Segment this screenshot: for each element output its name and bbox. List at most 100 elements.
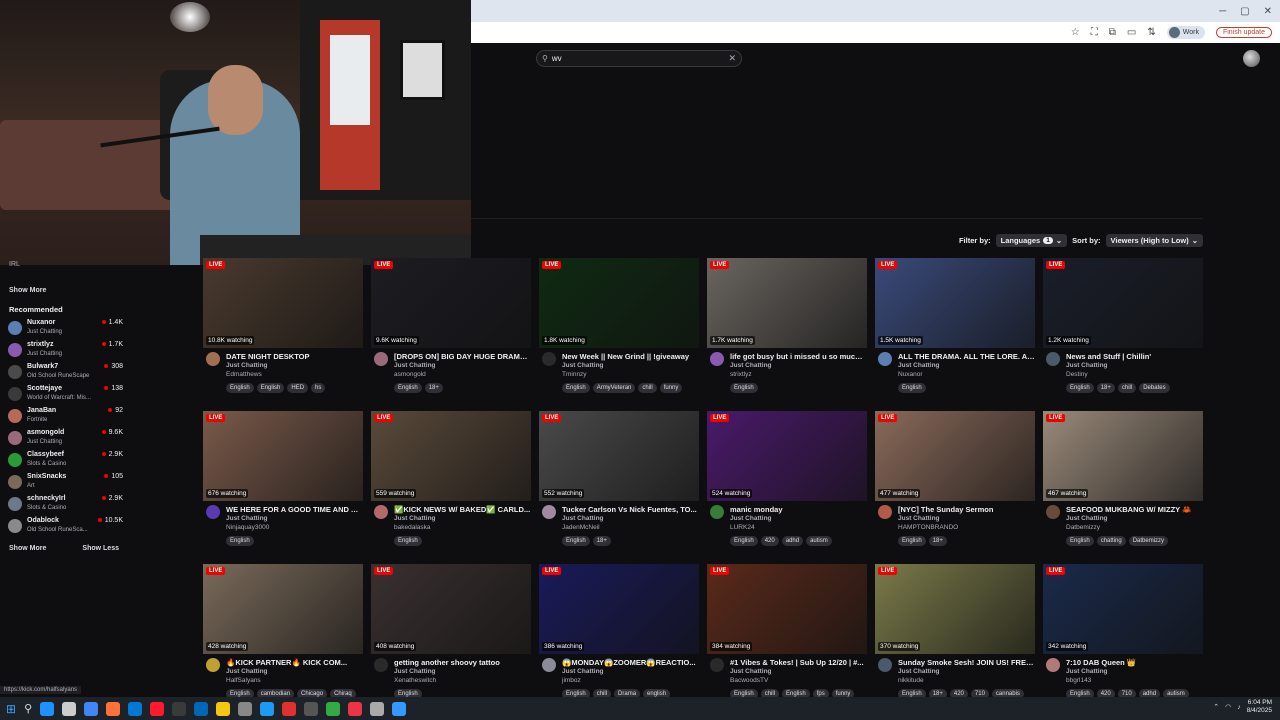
- stream-card[interactable]: LIVE 384 watching #1 Vibes & Tokes! | Sub …: [707, 564, 867, 704]
- show-more-button[interactable]: Show More: [9, 545, 46, 552]
- stream-tag[interactable]: English: [730, 383, 758, 393]
- stream-thumbnail[interactable]: LIVE 1.8K watching: [539, 258, 699, 348]
- stream-title[interactable]: WE HERE FOR A GOOD TIME AND A ...: [226, 505, 363, 514]
- stream-title[interactable]: [NYC] The Sunday Sermon: [898, 505, 1035, 514]
- stream-title[interactable]: 😱MONDAY😱ZOOMER😱REACTIO...: [562, 658, 699, 667]
- streamer-avatar[interactable]: [206, 658, 220, 672]
- close-window-button[interactable]: ✕: [1264, 6, 1272, 17]
- stream-tag[interactable]: English: [898, 536, 926, 546]
- stream-tag[interactable]: English: [730, 536, 758, 546]
- sidebar-channel[interactable]: Scottejaye World of Warcraft: Mis... 138: [8, 385, 123, 405]
- stream-card[interactable]: LIVE 559 watching ✅KICK NEWS W/ BAKED✅ CAR…: [371, 411, 531, 551]
- stream-thumbnail[interactable]: LIVE 552 watching: [539, 411, 699, 501]
- taskbar-app-icon[interactable]: [106, 701, 121, 716]
- stream-title[interactable]: #1 Vibes & Tokes! | Sub Up 12/20 | #...: [730, 658, 867, 667]
- taskbar-app-icon[interactable]: [282, 701, 297, 716]
- streamer-avatar[interactable]: [878, 352, 892, 366]
- stream-card[interactable]: LIVE 386 watching 😱MONDAY😱ZOOMER😱REACTIO..…: [539, 564, 699, 704]
- stream-category[interactable]: Just Chatting: [562, 362, 604, 369]
- stream-thumbnail[interactable]: LIVE 408 watching: [371, 564, 531, 654]
- finish-update-button[interactable]: Finish update: [1215, 27, 1272, 38]
- taskbar-app-icon[interactable]: [216, 701, 231, 716]
- star-icon[interactable]: ☆: [1071, 27, 1080, 38]
- stream-title[interactable]: ALL THE DRAMA. ALL THE LORE. AL...: [898, 352, 1035, 361]
- stream-thumbnail[interactable]: LIVE 10.8K watching: [203, 258, 363, 348]
- streamer-name[interactable]: Xenatheswitch: [394, 677, 436, 684]
- stream-title[interactable]: News and Stuff | Chillin': [1066, 352, 1203, 361]
- stream-tag[interactable]: 18+: [928, 536, 947, 546]
- streamer-name[interactable]: Edmatthews: [226, 371, 262, 378]
- taskbar-search-icon[interactable]: ⚲: [24, 702, 32, 715]
- stream-title[interactable]: New Week || New Grind || !giveaway: [562, 352, 699, 361]
- maximize-button[interactable]: ▢: [1240, 6, 1249, 17]
- taskbar-app-icon[interactable]: [326, 701, 341, 716]
- sidebar-channel[interactable]: JanaBan Fortnite 92: [8, 407, 123, 427]
- stream-card[interactable]: LIVE 1.8K watching New Week || New Grind |…: [539, 258, 699, 398]
- stream-title[interactable]: 7:10 DAB Queen 👑: [1066, 658, 1203, 667]
- stream-thumbnail[interactable]: LIVE 1.5K watching: [875, 258, 1035, 348]
- sidebar-channel[interactable]: Classybeef Slots & Casino 2.9K: [8, 451, 123, 471]
- stream-card[interactable]: LIVE 1.2K watching News and Stuff | Chilli…: [1043, 258, 1203, 398]
- screenshot-icon[interactable]: ⛶: [1091, 27, 1098, 38]
- streamer-name[interactable]: BacwoodsTV: [730, 677, 768, 684]
- stream-card[interactable]: LIVE 477 watching [NYC] The Sunday Sermon J…: [875, 411, 1035, 551]
- vpn-icon[interactable]: ⇅: [1147, 27, 1155, 38]
- streamer-name[interactable]: nikkitude: [898, 677, 924, 684]
- windows-start-icon[interactable]: ⊞: [6, 702, 16, 716]
- stream-thumbnail[interactable]: LIVE 477 watching: [875, 411, 1035, 501]
- stream-tag[interactable]: English: [562, 383, 590, 393]
- streamer-name[interactable]: Nuxanor: [898, 371, 923, 378]
- stream-category[interactable]: Just Chatting: [394, 515, 436, 522]
- stream-tag[interactable]: 420: [760, 536, 779, 546]
- stream-category[interactable]: Just Chatting: [562, 668, 604, 675]
- stream-tag[interactable]: autism: [806, 536, 832, 546]
- sidebar-channel[interactable]: strixtlyz Just Chatting 1.7K: [8, 341, 123, 361]
- streamer-avatar[interactable]: [1046, 658, 1060, 672]
- stream-card[interactable]: LIVE 9.6K watching [DROPS ON] BIG DAY HUGE…: [371, 258, 531, 398]
- network-icon[interactable]: ◠: [1225, 703, 1231, 711]
- streamer-avatar[interactable]: [374, 505, 388, 519]
- streamer-avatar[interactable]: [206, 505, 220, 519]
- stream-thumbnail[interactable]: LIVE 676 watching: [203, 411, 363, 501]
- stream-card[interactable]: LIVE 408 watching getting another shoovy t…: [371, 564, 531, 704]
- stream-title[interactable]: Sunday Smoke Sesh! JOIN US! FRES...: [898, 658, 1035, 667]
- extensions-icon[interactable]: ⧉: [1109, 27, 1116, 38]
- stream-tag[interactable]: chill: [638, 383, 657, 393]
- show-more-followed-button[interactable]: Show More: [9, 287, 46, 294]
- taskbar-app-icon[interactable]: [150, 701, 165, 716]
- sidebar-channel[interactable]: Bulwark7 Old School RuneScape 308: [8, 363, 123, 383]
- stream-tag[interactable]: adhd: [781, 536, 804, 546]
- profile-button[interactable]: Work: [1166, 26, 1205, 39]
- streamer-name[interactable]: bbgrl143: [1066, 677, 1091, 684]
- streamer-avatar[interactable]: [206, 352, 220, 366]
- streamer-avatar[interactable]: [542, 505, 556, 519]
- stream-thumbnail[interactable]: LIVE 524 watching: [707, 411, 867, 501]
- streamer-avatar[interactable]: [374, 352, 388, 366]
- stream-thumbnail[interactable]: LIVE 370 watching: [875, 564, 1035, 654]
- sidebar-channel[interactable]: Nuxanor Just Chatting 1.4K: [8, 319, 123, 339]
- stream-thumbnail[interactable]: LIVE 467 watching: [1043, 411, 1203, 501]
- sidebar-channel[interactable]: schneckyIrl Slots & Casino 2.9K: [8, 495, 123, 515]
- stream-title[interactable]: 🔥KICK PARTNER🔥 KICK COM...: [226, 658, 363, 667]
- stream-thumbnail[interactable]: LIVE 1.7K watching: [707, 258, 867, 348]
- stream-card[interactable]: LIVE 342 watching 7:10 DAB Queen 👑 Just Cha…: [1043, 564, 1203, 704]
- stream-card[interactable]: LIVE 370 watching Sunday Smoke Sesh! JOIN …: [875, 564, 1035, 704]
- streamer-avatar[interactable]: [542, 352, 556, 366]
- stream-category[interactable]: Just Chatting: [562, 515, 604, 522]
- stream-category[interactable]: Just Chatting: [898, 362, 940, 369]
- stream-tag[interactable]: HED: [287, 383, 309, 393]
- taskbar-app-icon[interactable]: [370, 701, 385, 716]
- stream-tag[interactable]: English: [394, 536, 422, 546]
- taskbar-app-icon[interactable]: [238, 701, 253, 716]
- tray-overflow-icon[interactable]: ⌃: [1213, 703, 1219, 711]
- stream-card[interactable]: LIVE 1.5K watching ALL THE DRAMA. ALL THE …: [875, 258, 1035, 398]
- stream-card[interactable]: LIVE 524 watching manic monday Just Chattin…: [707, 411, 867, 551]
- stream-tag[interactable]: chatting: [1096, 536, 1126, 546]
- stream-thumbnail[interactable]: LIVE 1.2K watching: [1043, 258, 1203, 348]
- stream-tag[interactable]: funny: [659, 383, 683, 393]
- stream-category[interactable]: Just Chatting: [730, 362, 772, 369]
- volume-icon[interactable]: ♪: [1237, 704, 1241, 711]
- stream-tag[interactable]: chill: [1117, 383, 1137, 393]
- stream-tag[interactable]: hs: [311, 383, 326, 393]
- stream-tag[interactable]: English: [226, 536, 254, 546]
